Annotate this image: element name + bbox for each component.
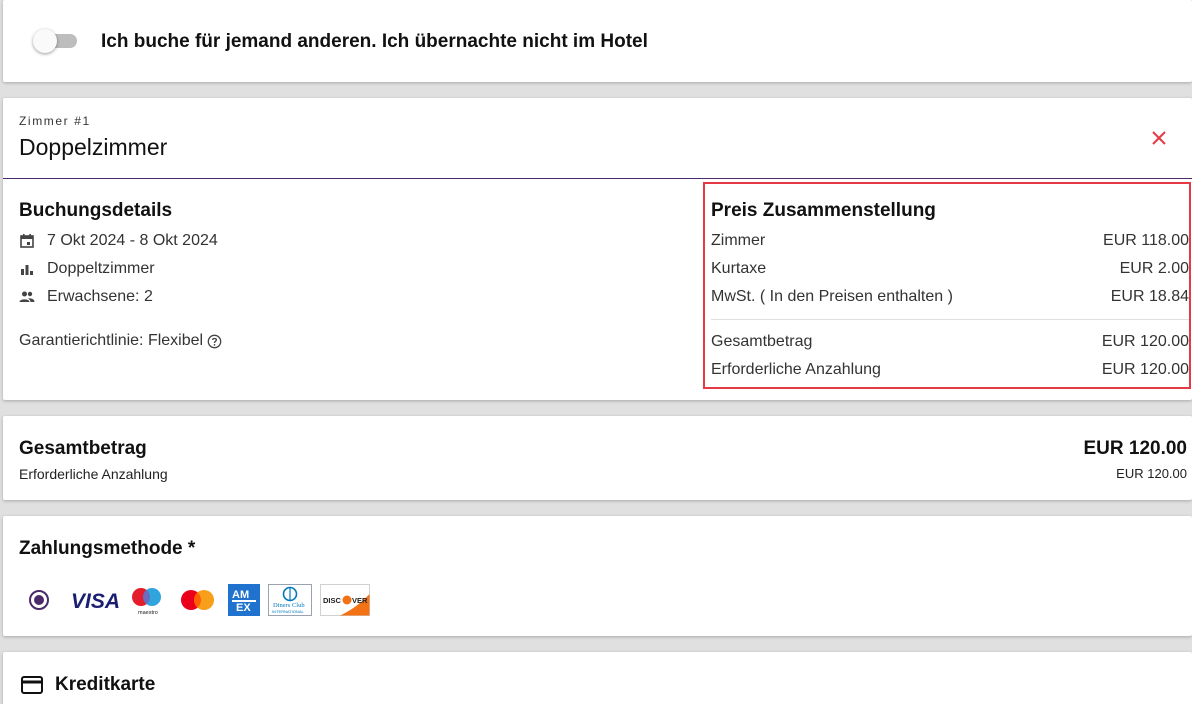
- price-row-tourist-tax: Kurtaxe EUR 2.00: [711, 260, 1189, 278]
- svg-text:VER: VER: [352, 596, 368, 605]
- room-title: Doppelzimmer: [19, 134, 168, 160]
- price-label: Zimmer: [711, 232, 766, 249]
- price-label: Kurtaxe: [711, 260, 767, 277]
- price-value: EUR 2.00: [1119, 260, 1189, 277]
- room-divider: [3, 178, 1192, 179]
- price-summary-title: Preis Zusammenstellung: [711, 200, 936, 221]
- credit-card-title: Kreditkarte: [55, 674, 156, 695]
- people-icon: [19, 291, 35, 302]
- price-label: MwSt. ( In den Preisen enthalten ): [711, 288, 953, 305]
- price-label: Gesamtbetrag: [711, 333, 813, 350]
- discover-logo: DISC VER: [320, 584, 370, 616]
- price-row-vat: MwSt. ( In den Preisen enthalten ) EUR 1…: [711, 288, 1189, 306]
- price-value: EUR 120.00: [1101, 361, 1189, 378]
- room-card: Zimmer #1 Doppelzimmer Buchungsdetails 7…: [3, 98, 1192, 400]
- svg-text:DISC: DISC: [323, 596, 342, 605]
- bar-chart-icon: [21, 265, 33, 275]
- price-summary: Preis Zusammenstellung Zimmer EUR 118.00…: [703, 182, 1191, 389]
- toggle-thumb: [33, 29, 57, 53]
- payment-method-radio[interactable]: [29, 590, 49, 610]
- guests-row: Erwachsene: 2: [19, 288, 153, 306]
- room-number: Zimmer #1: [19, 114, 91, 128]
- room-type: Doppeltzimmer: [47, 260, 155, 277]
- price-row-total: Gesamtbetrag EUR 120.00: [711, 333, 1189, 351]
- calendar-icon: [20, 234, 34, 248]
- svg-text:Diners Club: Diners Club: [273, 602, 305, 609]
- deposit-label: Erforderliche Anzahlung: [19, 466, 168, 482]
- mastercard-logo: [181, 590, 214, 610]
- amex-logo: AM EX: [228, 584, 260, 616]
- remove-room-button[interactable]: [1147, 126, 1171, 150]
- room-type-row: Doppeltzimmer: [19, 260, 155, 278]
- svg-text:VISA: VISA: [71, 590, 120, 613]
- price-divider: [711, 319, 1189, 320]
- total-amount: EUR 120.00: [1083, 438, 1187, 459]
- price-value: EUR 120.00: [1101, 333, 1189, 350]
- maestro-logo: maestro: [132, 588, 161, 616]
- payment-method-title: Zahlungsmethode *: [19, 538, 196, 559]
- guarantee-policy: Garantierichtlinie: Flexibel: [19, 332, 222, 350]
- payment-method-card: Zahlungsmethode * VISA maestro AM EX Din…: [3, 516, 1192, 636]
- guest-toggle-card: Ich buche für jemand anderen. Ich überna…: [3, 0, 1192, 82]
- credit-card-card: Kreditkarte: [3, 652, 1192, 704]
- booking-dates: 7 Okt 2024 - 8 Okt 2024: [47, 232, 218, 249]
- price-value: EUR 118.00: [1103, 232, 1189, 249]
- diners-club-logo: Diners Club INTERNATIONAL: [268, 584, 312, 616]
- credit-card-icon: [21, 676, 43, 694]
- price-value: EUR 18.84: [1110, 288, 1189, 305]
- price-label: Erforderliche Anzahlung: [711, 361, 881, 378]
- price-row-deposit: Erforderliche Anzahlung EUR 120.00: [711, 361, 1189, 379]
- svg-text:INTERNATIONAL: INTERNATIONAL: [272, 609, 304, 614]
- booking-details-title: Buchungsdetails: [19, 200, 173, 221]
- svg-text:EX: EX: [236, 602, 251, 614]
- deposit-amount: EUR 120.00: [1116, 466, 1187, 481]
- guarantee-policy-text: Garantierichtlinie: Flexibel: [19, 332, 204, 349]
- total-card: Gesamtbetrag Erforderliche Anzahlung EUR…: [3, 416, 1192, 500]
- dates-row: 7 Okt 2024 - 8 Okt 2024: [19, 232, 218, 250]
- total-title: Gesamtbetrag: [19, 438, 147, 459]
- svg-text:maestro: maestro: [138, 610, 158, 616]
- close-icon: [1152, 131, 1166, 145]
- visa-logo: VISA: [71, 590, 120, 613]
- price-row-room: Zimmer EUR 118.00: [711, 232, 1189, 250]
- booking-for-other-label[interactable]: Ich buche für jemand anderen. Ich überna…: [101, 31, 648, 53]
- svg-text:AM: AM: [232, 589, 249, 601]
- help-icon[interactable]: [207, 334, 222, 349]
- booking-for-other-toggle[interactable]: [33, 29, 79, 53]
- guest-count: Erwachsene: 2: [47, 288, 153, 305]
